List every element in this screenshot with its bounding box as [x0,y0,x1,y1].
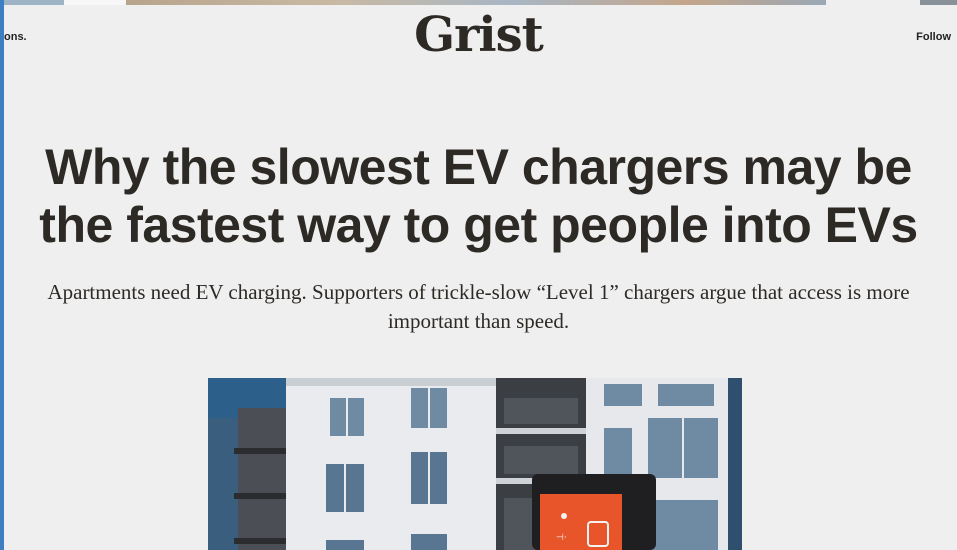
follow-button[interactable]: Follow [916,31,951,43]
grist-logo[interactable]: Grist [0,7,957,63]
svg-text:⊣·: ⊣· [556,533,567,543]
hero-image: ⊣· [208,378,742,550]
apartment-charger-photo: ⊣· [208,378,742,550]
article-headline: Why the slowest EV chargers may be the f… [39,139,918,253]
article-dek: Apartments need EV charging. Supporters … [47,280,910,333]
site-header: ons. Grist Follow [0,5,957,67]
left-accent-bar [0,0,4,550]
